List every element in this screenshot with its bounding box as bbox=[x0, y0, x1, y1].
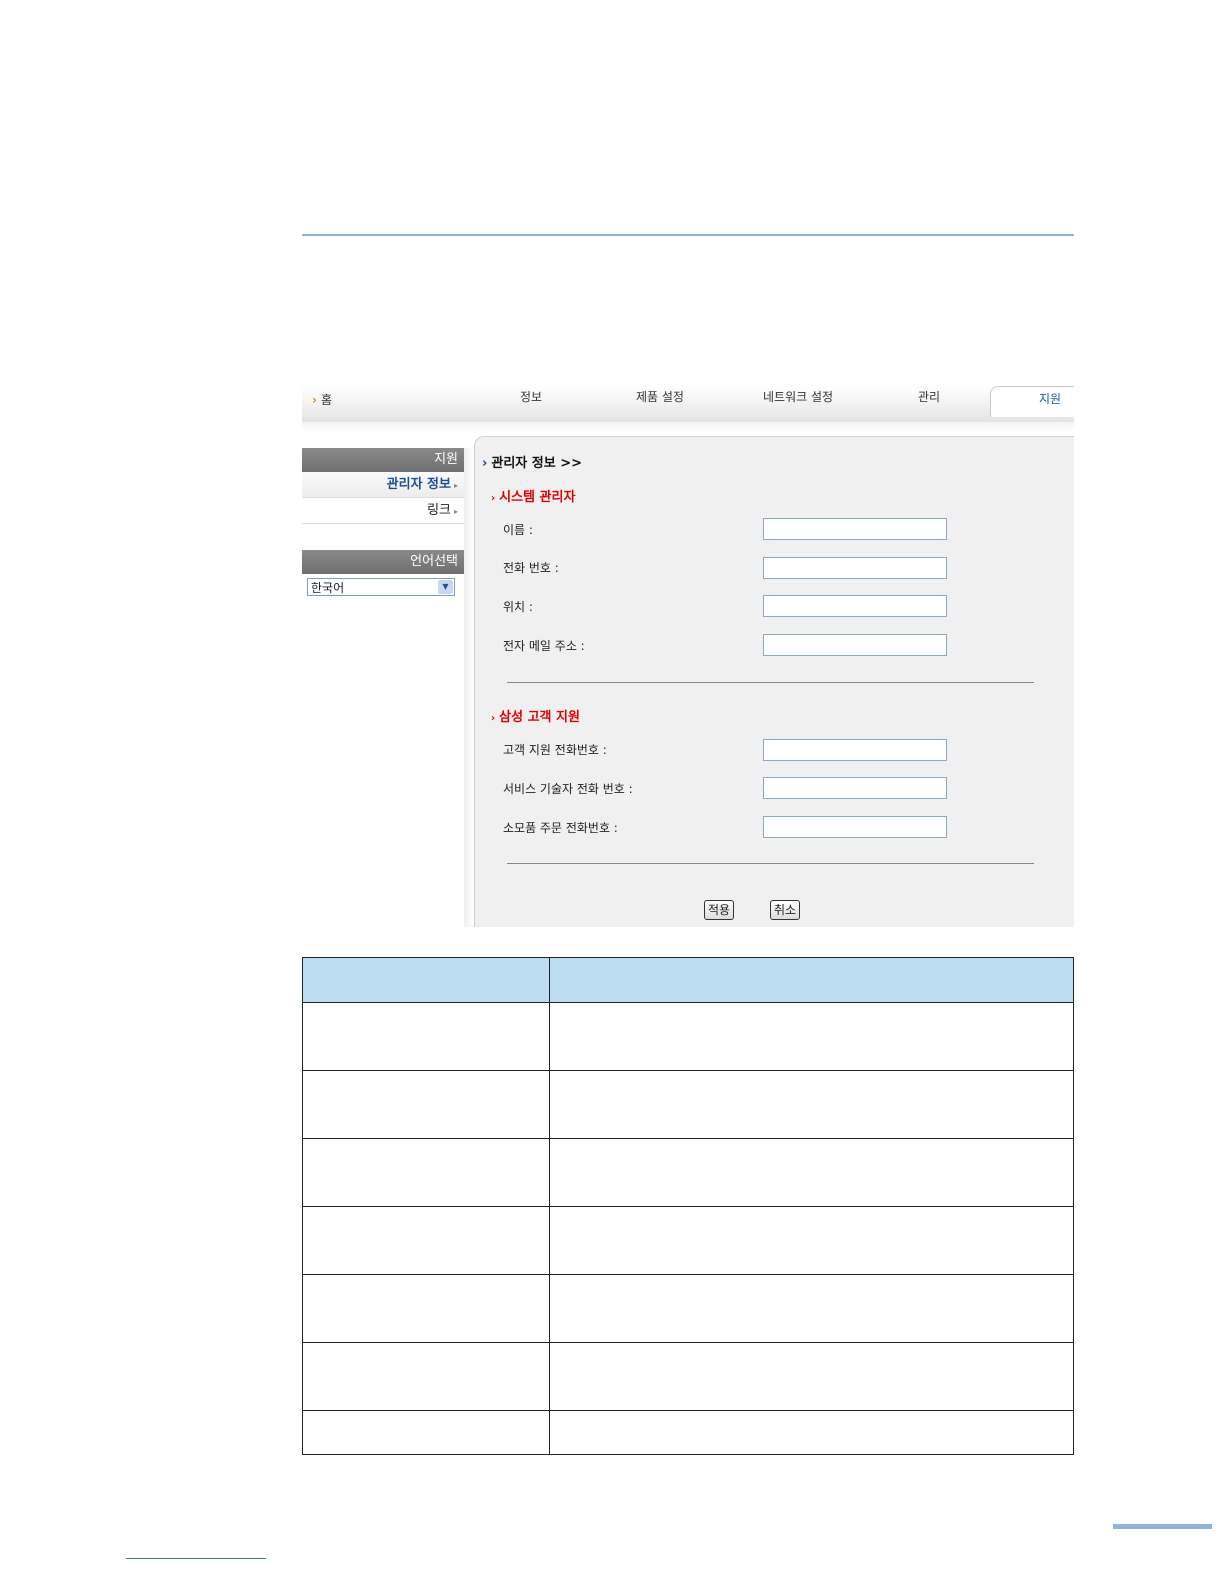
content-panel: › 관리자 정보 >> › 시스템 관리자 이름 : 전화 번호 : 위치 : 전자… bbox=[474, 436, 1074, 927]
chevron-right-icon: › bbox=[491, 713, 496, 724]
section-title: 삼성 고객 지원 bbox=[499, 710, 580, 725]
table-cell bbox=[549, 1410, 1074, 1455]
sidebar-header: 지원 bbox=[302, 448, 464, 472]
page-title: › 관리자 정보 >> bbox=[482, 452, 582, 471]
phone-label: 전화 번호 : bbox=[503, 561, 559, 575]
cancel-button[interactable]: 취소 bbox=[770, 900, 801, 920]
apply-button[interactable]: 적용 bbox=[704, 900, 735, 920]
table-row bbox=[302, 1410, 1074, 1455]
tab-support[interactable]: 지원 bbox=[990, 386, 1074, 417]
sidebar-item-label: 관리자 정보 bbox=[386, 477, 451, 492]
table-cell bbox=[302, 1138, 550, 1207]
tab-support-label: 지원 bbox=[1039, 392, 1062, 406]
home-arrow-icon: › bbox=[312, 392, 317, 407]
supplies-phone-label: 소모품 주문 전화번호 : bbox=[503, 821, 618, 835]
technician-phone-label: 서비스 기술자 전화 번호 : bbox=[503, 782, 633, 796]
language-header: 언어선택 bbox=[302, 550, 464, 574]
nav-home-label: 홈 bbox=[320, 393, 332, 407]
table-cell bbox=[549, 1274, 1074, 1343]
chevron-right-icon: › bbox=[482, 456, 488, 471]
support-phone-input[interactable] bbox=[763, 739, 947, 761]
section-customer-support: › 삼성 고객 지원 bbox=[491, 706, 580, 725]
tab-product-settings[interactable]: 제품 설정 bbox=[636, 388, 684, 405]
email-label: 전자 메일 주소 : bbox=[503, 639, 585, 653]
table-cell bbox=[549, 1070, 1074, 1139]
language-select[interactable]: 한국어 ▼ bbox=[307, 578, 455, 596]
table-cell bbox=[302, 1274, 550, 1343]
section-divider bbox=[507, 682, 1034, 683]
section-system-admin: › 시스템 관리자 bbox=[491, 486, 575, 505]
tab-info[interactable]: 정보 bbox=[520, 388, 542, 405]
table-cell bbox=[549, 1206, 1074, 1275]
top-divider bbox=[302, 234, 1074, 236]
web-admin-screenshot: › 홈 정보 제품 설정 네트워크 설정 관리 지원 지원 관리자 정보 ▸ 링크… bbox=[302, 386, 1074, 927]
table-row bbox=[302, 1206, 1074, 1275]
email-input[interactable] bbox=[763, 634, 947, 656]
page-footer-bar bbox=[1113, 1524, 1212, 1529]
name-input[interactable] bbox=[763, 518, 947, 540]
tab-management[interactable]: 관리 bbox=[918, 388, 940, 405]
table-cell bbox=[302, 1410, 550, 1455]
phone-input[interactable] bbox=[763, 557, 947, 579]
section-title: 시스템 관리자 bbox=[499, 490, 576, 505]
caret-right-icon: ▸ bbox=[453, 481, 458, 490]
table-row bbox=[302, 1342, 1074, 1411]
language-select-value: 한국어 bbox=[311, 581, 345, 595]
table-row bbox=[302, 1002, 1074, 1071]
name-label: 이름 : bbox=[503, 523, 533, 537]
description-table bbox=[302, 957, 1074, 1455]
table-cell bbox=[549, 1138, 1074, 1207]
caret-right-icon: ▸ bbox=[453, 507, 458, 516]
nav-home[interactable]: › 홈 bbox=[312, 391, 332, 408]
page-title-label: 관리자 정보 >> bbox=[491, 456, 582, 471]
sidebar-item-admin-info[interactable]: 관리자 정보 ▸ bbox=[302, 472, 464, 498]
sidebar: 지원 관리자 정보 ▸ 링크 ▸ 언어선택 한국어 ▼ bbox=[302, 448, 464, 927]
table-cell bbox=[302, 1342, 550, 1411]
table-cell bbox=[302, 1070, 550, 1139]
table-cell bbox=[549, 1342, 1074, 1411]
section-divider bbox=[507, 863, 1034, 864]
table-row bbox=[302, 1138, 1074, 1207]
sidebar-item-label: 링크 bbox=[427, 503, 451, 518]
footer-underline bbox=[126, 1558, 266, 1559]
tab-network-settings[interactable]: 네트워크 설정 bbox=[763, 388, 833, 405]
chevron-down-icon: ▼ bbox=[438, 580, 453, 594]
table-cell bbox=[302, 1206, 550, 1275]
supplies-phone-input[interactable] bbox=[763, 816, 947, 838]
top-navbar: › 홈 정보 제품 설정 네트워크 설정 관리 지원 bbox=[302, 386, 1074, 422]
table-row bbox=[302, 1070, 1074, 1139]
table-header-row bbox=[302, 957, 1074, 1003]
support-phone-label: 고객 지원 전화번호 : bbox=[503, 743, 607, 757]
table-cell bbox=[549, 1002, 1074, 1071]
technician-phone-input[interactable] bbox=[763, 777, 947, 799]
chevron-right-icon: › bbox=[491, 493, 496, 504]
sidebar-item-links[interactable]: 링크 ▸ bbox=[302, 498, 464, 524]
location-label: 위치 : bbox=[503, 600, 533, 614]
table-cell bbox=[302, 1002, 550, 1071]
table-header-cell bbox=[302, 957, 550, 1003]
sidebar-separator bbox=[464, 448, 474, 927]
table-row bbox=[302, 1274, 1074, 1343]
table-header-cell bbox=[549, 957, 1074, 1003]
location-input[interactable] bbox=[763, 595, 947, 617]
